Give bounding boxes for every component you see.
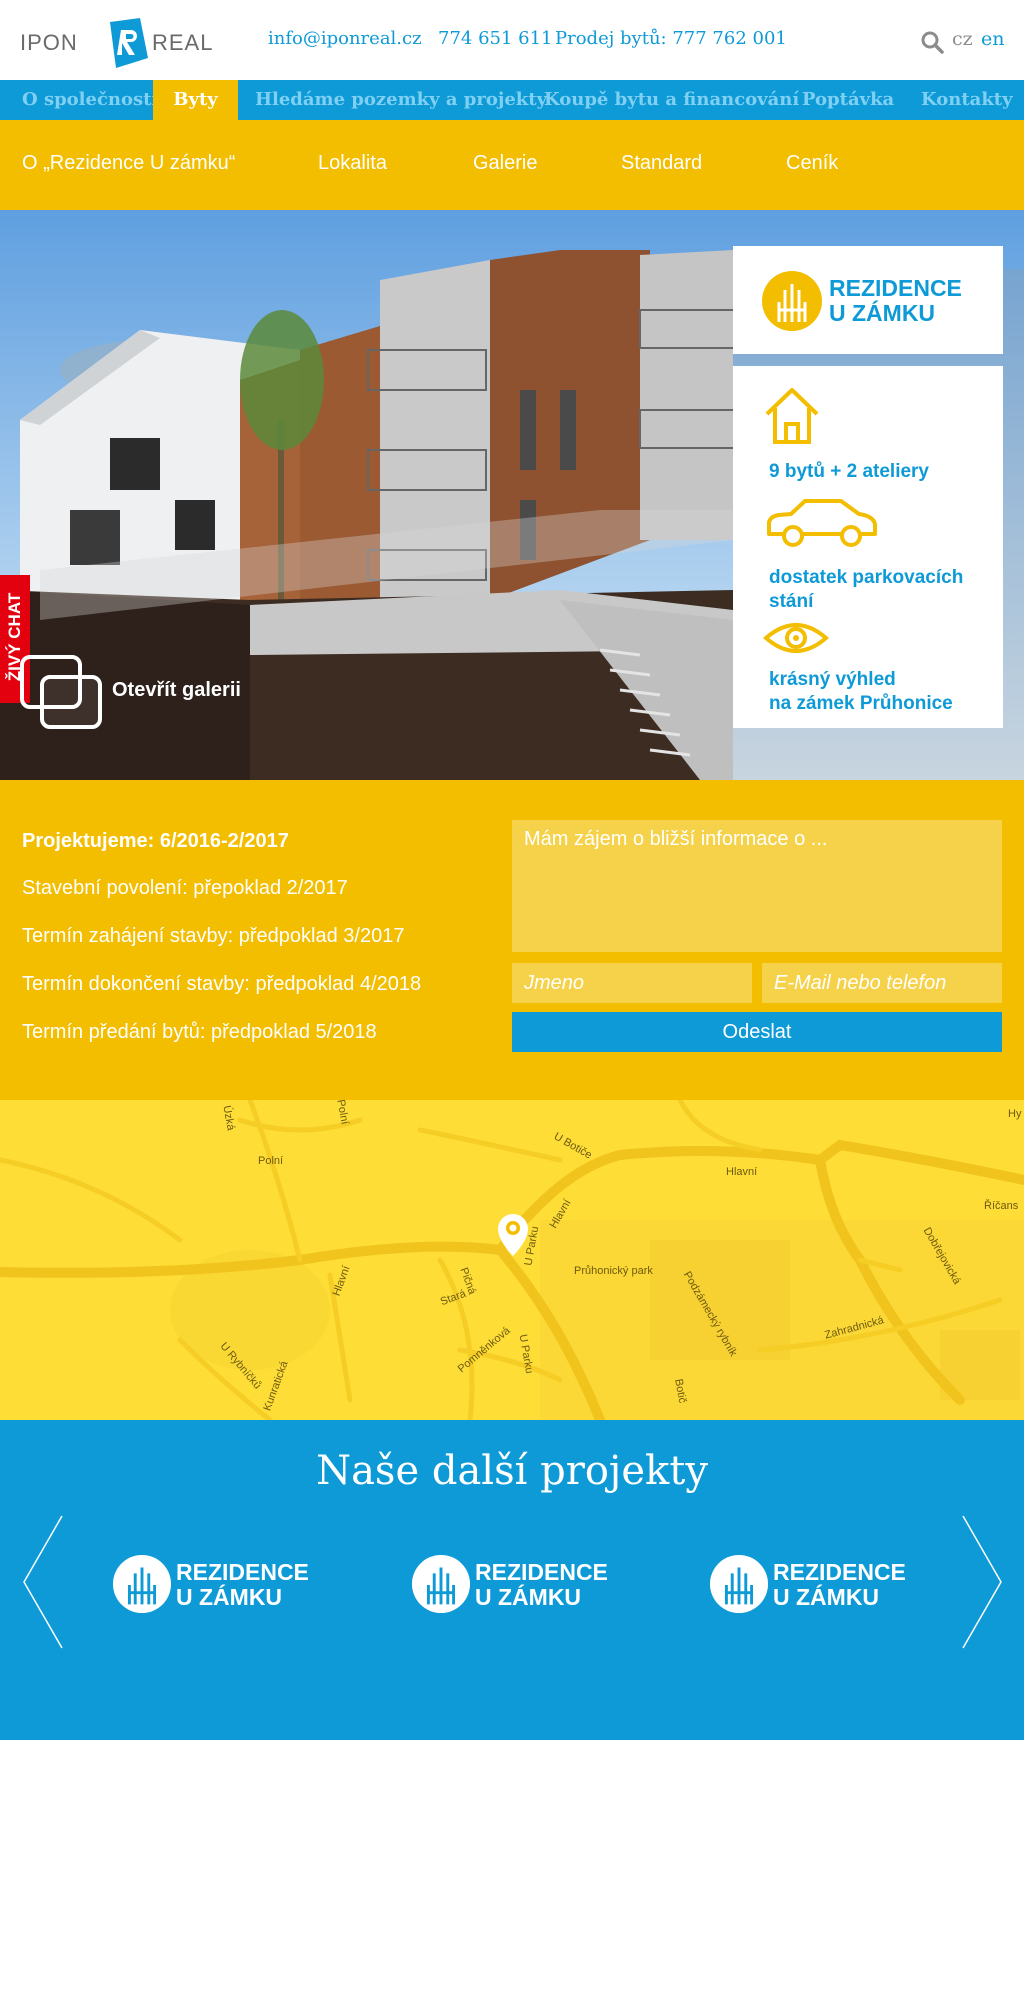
info-design-period: Projektujeme: 6/2016-2/2017 (22, 830, 289, 852)
subnav-lokalita[interactable]: Lokalita (318, 152, 387, 175)
subnav-galerie[interactable]: Galerie (473, 152, 537, 175)
info-handover: Termín předání bytů: předpoklad 5/2018 (22, 1021, 377, 1043)
subnav-about[interactable]: O „Rezidence U zámku“ (22, 152, 235, 175)
brand-line1: REZIDENCE (829, 275, 962, 301)
car-icon (767, 499, 877, 547)
project-card-1-line1: REZIDENCE (176, 1559, 309, 1585)
nav-kontakty[interactable]: Kontakty (921, 80, 1013, 120)
open-gallery-button[interactable]: Otevřít galerii (20, 655, 241, 735)
info-construction-end: Termín dokončení stavby: předpoklad 4/20… (22, 973, 422, 995)
rezidence-logo-icon (112, 1554, 172, 1614)
project-card-1[interactable]: REZIDENCE U ZÁMKU (112, 1552, 322, 1618)
map-label-hy: Hy (1008, 1108, 1022, 1120)
message-textarea[interactable] (512, 820, 1002, 952)
project-card-2-line1: REZIDENCE (475, 1559, 608, 1585)
nav-hledame-pozemky[interactable]: Hledáme pozemky a projekty (255, 80, 547, 120)
hero-banner: ŽIVÝ CHAT Otevřít galerii REZIDENCE U ZÁ… (0, 210, 1024, 780)
phone-link[interactable]: 774 651 611 (438, 28, 553, 49)
info-building-permit: Stavební povolení: přepoklad 2/2017 (22, 877, 348, 899)
send-button[interactable]: Odeslat (512, 1012, 1002, 1052)
features-box: 9 bytů + 2 ateliery dostatek parkovacích… (733, 366, 1003, 728)
carousel-next-arrow-icon[interactable] (961, 1514, 1003, 1650)
search-icon[interactable] (920, 30, 944, 54)
logo-text-right: REAL (152, 30, 214, 55)
feature-parking: dostatek parkovacích stání (769, 567, 964, 612)
rezidence-logo-icon (762, 271, 822, 331)
rezidence-logo-icon (411, 1554, 471, 1614)
logo-r-icon (110, 18, 148, 68)
house-icon (765, 388, 819, 444)
project-card-1-line2: U ZÁMKU (176, 1584, 283, 1610)
logo-text-left: IPON (20, 30, 78, 55)
map-label-pruhonicky-park: Průhonický park (574, 1265, 653, 1277)
nav-poptavka[interactable]: Poptávka (802, 80, 894, 120)
rezidence-logo-icon (709, 1554, 769, 1614)
name-input[interactable] (512, 963, 752, 1003)
project-info-section: Projektujeme: 6/2016-2/2017 Stavební pov… (0, 780, 1024, 1100)
map-label-polni: Polní (258, 1155, 284, 1167)
lang-en[interactable]: en (981, 28, 1004, 50)
projects-title: Naše další projekty (316, 1448, 708, 1494)
iponreal-logo[interactable]: IPON REAL (20, 16, 220, 70)
other-projects-section: Naše další projekty REZIDENCE U ZÁMKU RE… (0, 1420, 1024, 1740)
open-gallery-label: Otevřít galerii (112, 679, 241, 701)
gallery-icon (20, 655, 102, 729)
project-card-3-line2: U ZÁMKU (773, 1584, 880, 1610)
email-link[interactable]: info@iponreal.cz (268, 28, 422, 49)
project-brand-box: REZIDENCE U ZÁMKU (733, 246, 1003, 354)
carousel-prev-arrow-icon[interactable] (22, 1514, 64, 1650)
location-map[interactable]: Polní U Botiče Hlavní Hlavní Říčans Dobř… (0, 1100, 1024, 1420)
subnav-cenik[interactable]: Ceník (786, 152, 838, 175)
info-construction-start: Termín zahájení stavby: předpoklad 3/201… (22, 925, 405, 947)
project-card-3-line1: REZIDENCE (773, 1559, 906, 1585)
main-nav: O společnosti Byty Hledáme pozemky a pro… (0, 80, 1024, 120)
feature-apartments: 9 bytů + 2 ateliery (769, 461, 929, 482)
brand-line2: U ZÁMKU (829, 300, 936, 326)
project-card-3[interactable]: REZIDENCE U ZÁMKU (709, 1552, 919, 1618)
nav-byty[interactable]: Byty (153, 80, 238, 120)
project-card-2-line2: U ZÁMKU (475, 1584, 582, 1610)
feature-view: krásný výhled na zámek Průhonice (769, 669, 953, 714)
nav-o-spolecnosti[interactable]: O společnosti (22, 80, 158, 120)
map-label-ricans: Říčans (984, 1200, 1019, 1212)
map-label-hlavni-1: Hlavní (726, 1166, 758, 1178)
project-sub-nav: O „Rezidence U zámku“ Lokalita Galerie S… (0, 120, 1024, 210)
sales-phone-link[interactable]: Prodej bytů: 777 762 001 (555, 28, 787, 49)
map-roads (0, 1100, 1024, 1420)
map-location-pin-icon[interactable] (496, 1212, 530, 1258)
lang-cz[interactable]: cz (952, 28, 973, 50)
subnav-standard[interactable]: Standard (621, 152, 702, 175)
project-card-2[interactable]: REZIDENCE U ZÁMKU (411, 1552, 621, 1618)
header: IPON REAL info@iponreal.cz 774 651 611 P… (0, 0, 1024, 80)
contact-input[interactable] (762, 963, 1002, 1003)
eye-icon (763, 623, 829, 653)
nav-koupe-bytu[interactable]: Koupě bytu a financování (544, 80, 799, 120)
